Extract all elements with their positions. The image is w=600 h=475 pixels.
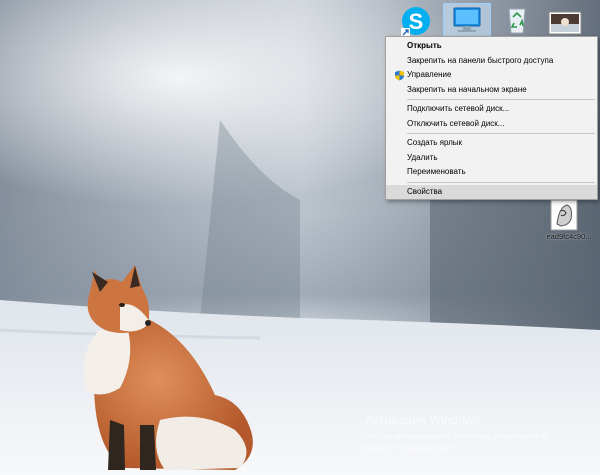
image-file-icon [548,11,582,35]
menu-item-manage[interactable]: Управление [386,68,597,83]
menu-separator [407,181,595,183]
menu-item-label: Переименовать [407,167,466,176]
context-menu: Открыть Закрепить на панели быстрого дос… [385,36,598,200]
menu-item-create-shortcut[interactable]: Создать ярлык [386,136,597,151]
menu-item-label: Закрепить на начальном экране [407,84,527,94]
menu-item-delete[interactable]: Удалить [386,151,597,166]
menu-item-pin-quick-access[interactable]: Закрепить на панели быстрого доступа [386,54,597,69]
menu-item-label: Удалить [407,152,438,162]
menu-item-disconnect-network-drive[interactable]: Отключить сетевой диск... [386,117,597,132]
menu-item-open[interactable]: Открыть [386,39,597,54]
image-file-label[interactable]: ead9fc4c90... [538,232,600,241]
menu-item-label: Подключить сетевой диск... [407,104,510,113]
skype-icon: S [401,7,430,37]
uac-shield-icon [395,70,404,81]
svg-text:S: S [409,9,424,34]
menu-item-label: Отключить сетевой диск... [407,118,505,128]
menu-item-rename[interactable]: Переименовать [386,165,597,180]
menu-item-properties[interactable]: Свойства [386,184,597,199]
menu-item-label: Создать ярлык [407,138,463,147]
shortcut-desktop-icon[interactable] [548,10,582,36]
image-file-desktop-icon[interactable] [549,199,579,231]
recycle-bin-desktop-icon[interactable] [502,3,532,39]
skype-desktop-icon[interactable]: S [398,3,434,39]
activation-watermark-line2: раздел "Параметры". [365,443,454,453]
computer-icon [453,7,481,32]
menu-item-label: Закрепить на панели быстрого доступа [407,55,554,65]
this-pc-desktop-icon[interactable] [443,3,491,39]
menu-separator [407,99,595,100]
activation-watermark-title: Активация Windows [365,413,481,427]
recycle-bin-icon [508,8,526,34]
menu-item-label: Свойства [407,186,443,196]
menu-item-map-network-drive[interactable]: Подключить сетевой диск... [386,102,597,117]
menu-separator [407,133,595,134]
menu-item-pin-start[interactable]: Закрепить на начальном экране [386,83,597,98]
menu-item-label: Управление [407,70,452,79]
activation-watermark-line1: Чтобы активировать Windows, перейдите в [365,431,546,441]
menu-item-label: Открыть [407,41,442,50]
image-file-icon [550,199,578,231]
